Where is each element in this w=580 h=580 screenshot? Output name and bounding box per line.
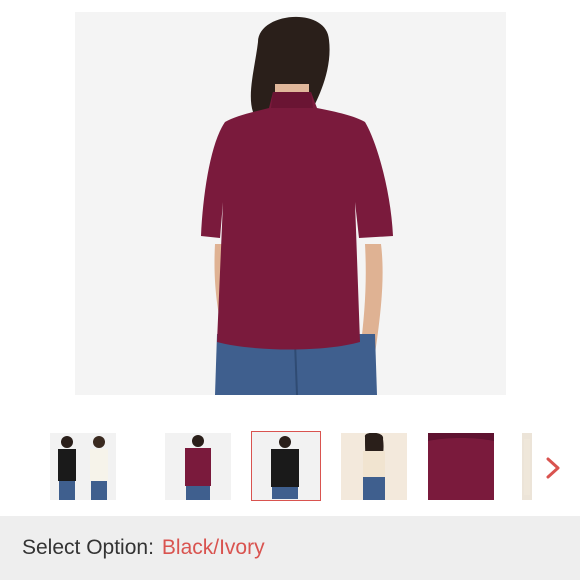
thumbnail-image bbox=[50, 433, 116, 500]
thumbnail-image bbox=[522, 433, 532, 500]
thumbnail-image bbox=[428, 433, 494, 500]
thumbnail-image bbox=[165, 433, 231, 500]
thumbnail-image bbox=[341, 433, 407, 500]
select-option-bar[interactable]: Select Option: Black/Ivory bbox=[0, 516, 580, 580]
chevron-right-icon bbox=[546, 457, 560, 479]
thumbnail-burgundy-back[interactable] bbox=[165, 433, 231, 500]
thumbnail-ivory-front[interactable] bbox=[341, 433, 407, 500]
selected-option-value[interactable]: Black/Ivory bbox=[162, 536, 265, 560]
select-option-label: Select Option: bbox=[22, 536, 154, 559]
thumbnail-black-back[interactable] bbox=[251, 431, 321, 501]
thumbnail-burgundy-fabric-closeup[interactable] bbox=[428, 433, 494, 500]
next-thumbnails-button[interactable] bbox=[536, 448, 570, 488]
main-product-image[interactable] bbox=[75, 12, 506, 395]
model-illustration bbox=[75, 12, 506, 395]
thumbnail-black-and-ivory[interactable] bbox=[50, 433, 116, 500]
thumbnail-image bbox=[252, 432, 319, 499]
thumbnail-partial-next[interactable] bbox=[522, 433, 532, 500]
